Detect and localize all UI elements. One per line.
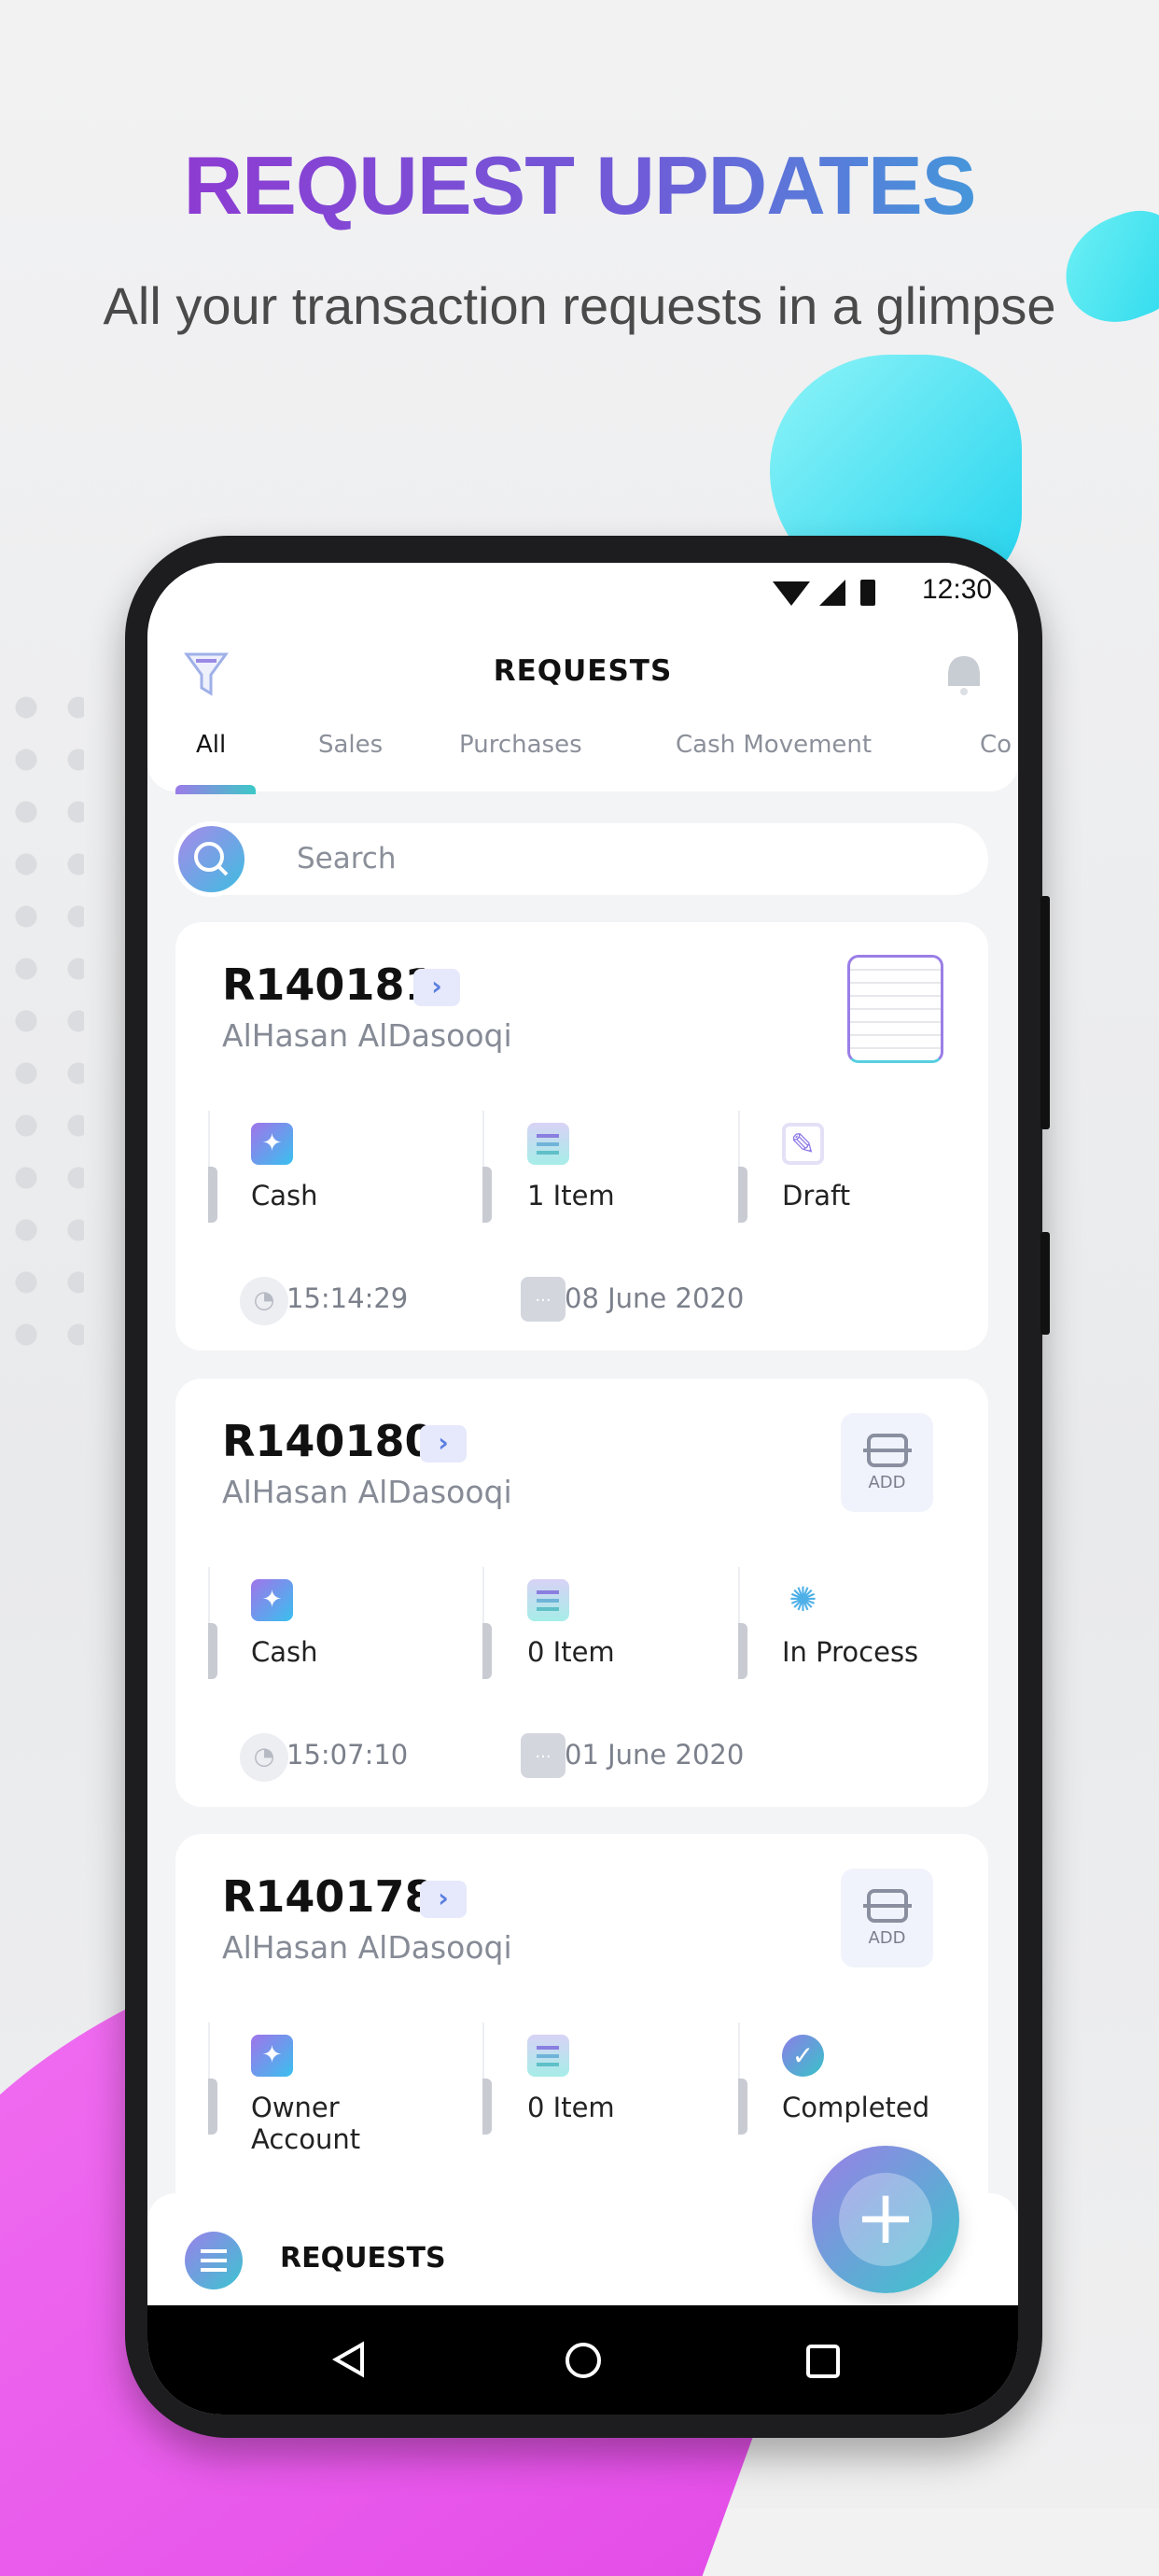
status-icons xyxy=(773,580,875,606)
add-attachment-button[interactable]: ADD xyxy=(841,1869,933,1967)
search-icon[interactable] xyxy=(174,821,249,897)
list-icon xyxy=(527,2035,569,2077)
status-time: 12:30 xyxy=(922,574,993,605)
divider xyxy=(482,2023,494,2135)
chevron-right-icon[interactable]: › xyxy=(413,969,460,1006)
requester-name: AlHasan AlDasooqi xyxy=(222,1474,512,1510)
promo-headline: REQUEST UPDATES xyxy=(0,138,1159,233)
spinner-icon: ✺ xyxy=(789,1581,817,1619)
menu-icon[interactable] xyxy=(185,2232,243,2289)
divider xyxy=(738,2023,749,2135)
requester-name: AlHasan AlDasooqi xyxy=(222,1929,512,1966)
request-time: 15:14:29 xyxy=(286,1282,409,1314)
tab-sales[interactable]: Sales xyxy=(318,731,383,759)
app-header: REQUESTS All Sales Purchases Cash Moveme… xyxy=(147,619,1018,794)
active-tab-indicator xyxy=(175,785,256,794)
check-circle-icon: ✓ xyxy=(782,2035,824,2077)
tab-purchases[interactable]: Purchases xyxy=(459,731,582,759)
divider xyxy=(482,1111,494,1223)
divider xyxy=(208,1111,219,1223)
scan-icon xyxy=(862,1889,912,1923)
request-time: 15:07:10 xyxy=(286,1739,409,1771)
clock-icon: ◔ xyxy=(240,1733,288,1782)
search-placeholder: Search xyxy=(297,842,397,875)
back-icon[interactable] xyxy=(330,2341,368,2378)
list-icon xyxy=(527,1579,569,1621)
decor-dots xyxy=(0,681,84,1372)
tab-cash-movement[interactable]: Cash Movement xyxy=(676,731,872,759)
status-label: Completed xyxy=(782,2092,930,2123)
search-input[interactable]: Search xyxy=(174,821,988,897)
receipt-thumbnail[interactable] xyxy=(847,955,943,1063)
add-request-button[interactable]: + xyxy=(812,2146,959,2293)
status-label: Draft xyxy=(782,1180,851,1211)
status-label: In Process xyxy=(782,1636,919,1668)
payment-method: Owner Account xyxy=(251,2092,361,2155)
request-card[interactable]: R140180 › AlHasan AlDasooqi ADD ✦ ✺ Cash… xyxy=(175,1379,988,1807)
divider xyxy=(482,1567,494,1679)
divider xyxy=(738,1111,749,1223)
page-title: REQUESTS xyxy=(493,654,673,688)
divider xyxy=(208,2023,219,2135)
request-id: R140178 xyxy=(222,1871,435,1922)
request-id: R140181 xyxy=(222,959,435,1010)
requester-name: AlHasan AlDasooqi xyxy=(222,1017,512,1054)
bottom-bar-label[interactable]: REQUESTS xyxy=(280,2242,446,2275)
power-button xyxy=(1040,1232,1050,1335)
payment-method: Cash xyxy=(251,1180,318,1211)
item-count: 0 Item xyxy=(527,2092,615,2123)
safe-icon: ✦ xyxy=(251,1123,293,1165)
edit-icon: ✎ xyxy=(782,1123,824,1165)
volume-button xyxy=(1040,896,1050,1129)
signal-icon xyxy=(819,580,845,606)
calendar-icon: ··· xyxy=(521,1277,566,1322)
list-icon xyxy=(527,1123,569,1165)
divider xyxy=(208,1567,219,1679)
home-icon[interactable] xyxy=(564,2341,603,2380)
phone-screen: 12:30 REQUESTS All Sales Purchases Cash … xyxy=(147,563,1018,2415)
battery-icon xyxy=(860,580,875,606)
wifi-icon xyxy=(773,581,810,606)
calendar-icon: ··· xyxy=(521,1733,566,1778)
bell-icon[interactable] xyxy=(941,652,987,699)
clock-icon: ◔ xyxy=(240,1277,288,1325)
item-count: 0 Item xyxy=(527,1636,615,1668)
recents-icon[interactable] xyxy=(804,2343,842,2380)
tab-all[interactable]: All xyxy=(196,731,226,759)
chevron-right-icon[interactable]: › xyxy=(420,1881,467,1918)
item-count: 1 Item xyxy=(527,1180,615,1211)
request-date: 01 June 2020 xyxy=(565,1739,745,1771)
payment-method: Cash xyxy=(251,1636,318,1668)
request-id: R140180 xyxy=(222,1416,435,1466)
request-card[interactable]: R140181 › AlHasan AlDasooqi ✦ ✎ Cash 1 I… xyxy=(175,922,988,1351)
add-label: ADD xyxy=(868,1928,906,1948)
request-date: 08 June 2020 xyxy=(565,1282,745,1314)
tab-more[interactable]: Co xyxy=(980,731,1012,759)
scan-icon xyxy=(862,1434,912,1467)
add-label: ADD xyxy=(868,1473,906,1492)
status-bar: 12:30 xyxy=(147,563,1018,619)
chevron-right-icon[interactable]: › xyxy=(420,1425,467,1463)
safe-icon: ✦ xyxy=(251,2035,293,2077)
plus-icon: + xyxy=(839,2173,932,2266)
safe-icon: ✦ xyxy=(251,1579,293,1621)
promo-subtitle: All your transaction requests in a glimp… xyxy=(103,276,1056,335)
add-attachment-button[interactable]: ADD xyxy=(841,1413,933,1512)
android-nav-bar xyxy=(147,2305,1018,2415)
divider xyxy=(738,1567,749,1679)
